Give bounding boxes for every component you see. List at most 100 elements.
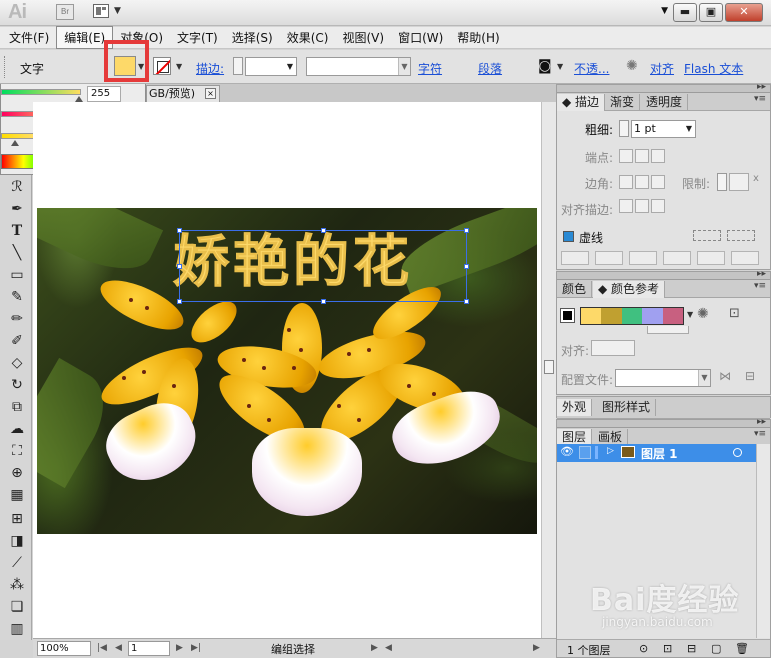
arrange-documents-icon[interactable] <box>93 4 109 18</box>
graphic-style-dropdown-icon[interactable]: ▼ <box>557 62 563 71</box>
rectangle-tool-icon[interactable]: ▭ <box>7 265 27 285</box>
align-inside-button[interactable] <box>635 199 649 213</box>
panel-collapse-icon[interactable]: ▸▸ <box>757 417 766 427</box>
resize-handle[interactable] <box>464 264 469 269</box>
flash-text-link[interactable]: Flash 文本 <box>684 60 743 77</box>
delete-layer-icon[interactable]: 🗑 <box>735 642 749 655</box>
harmony-swatch[interactable] <box>581 308 602 324</box>
panel-collapse-icon[interactable]: ▸▸ <box>757 82 766 92</box>
minimize-button[interactable]: ▬ <box>673 3 697 22</box>
graph-tool-icon[interactable]: ▥ <box>7 619 27 639</box>
tab-appearance[interactable]: 外观 <box>557 399 593 416</box>
gradient-tool-icon[interactable]: ◨ <box>7 531 27 551</box>
dash-field[interactable] <box>629 251 657 265</box>
stroke-weight-combo[interactable]: ▼ <box>245 57 297 76</box>
new-layer-icon[interactable]: ▢ <box>711 642 721 655</box>
symbol-sprayer-tool-icon[interactable]: ❏ <box>7 597 27 617</box>
harmony-swatch[interactable] <box>662 308 684 324</box>
layer-target-icon[interactable] <box>733 448 742 457</box>
warp-tool-icon[interactable]: ☁ <box>7 419 27 439</box>
stroke-link[interactable]: 描边: <box>196 60 224 77</box>
tab-color-guide[interactable]: ◆ 颜色参考 <box>593 281 666 298</box>
graphic-style-icon[interactable]: ◙ <box>538 58 552 74</box>
round-join-button[interactable] <box>635 175 649 189</box>
resize-handle[interactable] <box>464 228 469 233</box>
paragraph-link[interactable]: 段落 <box>478 60 502 77</box>
variable-width-combo[interactable]: ▼ <box>306 57 411 76</box>
menu-type[interactable]: 文字(T) <box>170 27 225 48</box>
stroke-dropdown-icon[interactable]: ▼ <box>176 62 182 71</box>
square-cap-button[interactable] <box>651 149 665 163</box>
blend-tool-icon[interactable]: ⁂ <box>7 575 27 595</box>
stroke-weight-stepper[interactable] <box>233 57 243 75</box>
eraser-tool-icon[interactable]: ◇ <box>7 353 27 373</box>
visibility-eye-icon[interactable]: 👁 <box>560 445 574 458</box>
selection-bounding-box[interactable] <box>177 228 469 304</box>
last-artboard-icon[interactable]: ▶| <box>191 643 201 653</box>
blue-slider-thumb[interactable] <box>11 140 19 146</box>
dashed-line-checkbox[interactable] <box>563 231 574 242</box>
eyedropper-tool-icon[interactable]: ⟋ <box>7 553 27 573</box>
red-value-input[interactable]: 255 <box>87 86 121 102</box>
dash-align-icon[interactable] <box>727 230 755 241</box>
opacity-link[interactable]: 不透... <box>574 60 609 77</box>
rotate-tool-icon[interactable]: ↻ <box>7 375 27 395</box>
chevron-down-icon[interactable]: ▼ <box>114 6 121 16</box>
tab-gradient[interactable]: 渐变 <box>605 94 641 111</box>
next-artboard-icon[interactable]: ▶ <box>176 643 183 653</box>
menu-file[interactable]: 文件(F) <box>2 27 56 48</box>
perspective-grid-tool-icon[interactable]: ▦ <box>7 485 27 505</box>
resize-handle[interactable] <box>177 228 182 233</box>
close-button[interactable]: ✕ <box>725 3 763 22</box>
menu-effect[interactable]: 效果(C) <box>280 27 336 48</box>
panel-collapse-icon[interactable]: ▸▸ <box>757 269 766 279</box>
free-transform-tool-icon[interactable]: ⛶ <box>7 441 27 461</box>
align-outside-button[interactable] <box>651 199 665 213</box>
harmony-dropdown-icon[interactable]: ▼ <box>687 310 693 319</box>
menu-window[interactable]: 窗口(W) <box>391 27 450 48</box>
resize-handle[interactable] <box>177 264 182 269</box>
stroke-weight-spinner[interactable] <box>619 120 629 137</box>
blob-brush-tool-icon[interactable]: ✐ <box>7 331 27 351</box>
save-color-group-icon[interactable]: ⊡ <box>729 306 740 321</box>
resize-handle[interactable] <box>321 299 326 304</box>
line-tool-icon[interactable]: ╲ <box>7 243 27 263</box>
scroll-left-icon[interactable]: ◀ <box>385 643 392 653</box>
align-center-button[interactable] <box>619 199 633 213</box>
harmony-swatch[interactable] <box>601 308 622 324</box>
layer-row[interactable]: 👁 ▷ 图层 1 <box>557 444 770 462</box>
harmony-rule-swatches[interactable] <box>580 307 684 325</box>
tab-transparency[interactable]: 透明度 <box>641 94 689 111</box>
paintbrush-tool-icon[interactable]: ✎ <box>7 287 27 307</box>
dash-field[interactable] <box>697 251 725 265</box>
link-profile-icon[interactable]: ⋈ <box>719 369 731 383</box>
limit-spinner[interactable] <box>717 173 727 191</box>
pen-tool-icon[interactable]: ✒ <box>7 199 27 219</box>
red-slider-track[interactable] <box>1 89 81 95</box>
dash-field[interactable] <box>561 251 589 265</box>
resize-handle[interactable] <box>321 228 326 233</box>
artboard-number-combo[interactable]: 1 <box>128 641 170 656</box>
limit-input[interactable] <box>729 173 749 191</box>
chevron-down-icon[interactable]: ▼ <box>284 58 296 75</box>
bridge-button[interactable]: Br <box>56 4 74 20</box>
scroll-right-icon[interactable]: ▶ <box>533 643 540 653</box>
prev-artboard-icon[interactable]: ◀ <box>115 643 122 653</box>
harmony-swatch[interactable] <box>642 308 663 324</box>
dash-preserve-icon[interactable] <box>693 230 721 241</box>
flip-profile-icon[interactable]: ⊟ <box>745 369 755 383</box>
chevron-down-icon[interactable]: ▼ <box>398 58 410 75</box>
document-tab[interactable]: GB/预览) × <box>146 85 220 102</box>
artboard-canvas[interactable]: 娇艳的花 <box>33 102 541 638</box>
miter-join-button[interactable] <box>619 175 633 189</box>
panel-menu-icon[interactable]: ▾≡ <box>754 429 766 439</box>
shape-builder-tool-icon[interactable]: ⊕ <box>7 463 27 483</box>
scrollbar-thumb[interactable] <box>544 360 554 374</box>
round-cap-button[interactable] <box>635 149 649 163</box>
align-buttons[interactable] <box>591 340 635 356</box>
pencil-tool-icon[interactable]: ✏ <box>7 309 27 329</box>
stroke-color-swatch[interactable] <box>153 57 171 75</box>
tab-stroke[interactable]: ◆ 描边 <box>557 94 606 111</box>
locate-object-icon[interactable]: ⊙ <box>639 642 648 655</box>
recolor-icon[interactable]: ✺ <box>626 58 638 74</box>
